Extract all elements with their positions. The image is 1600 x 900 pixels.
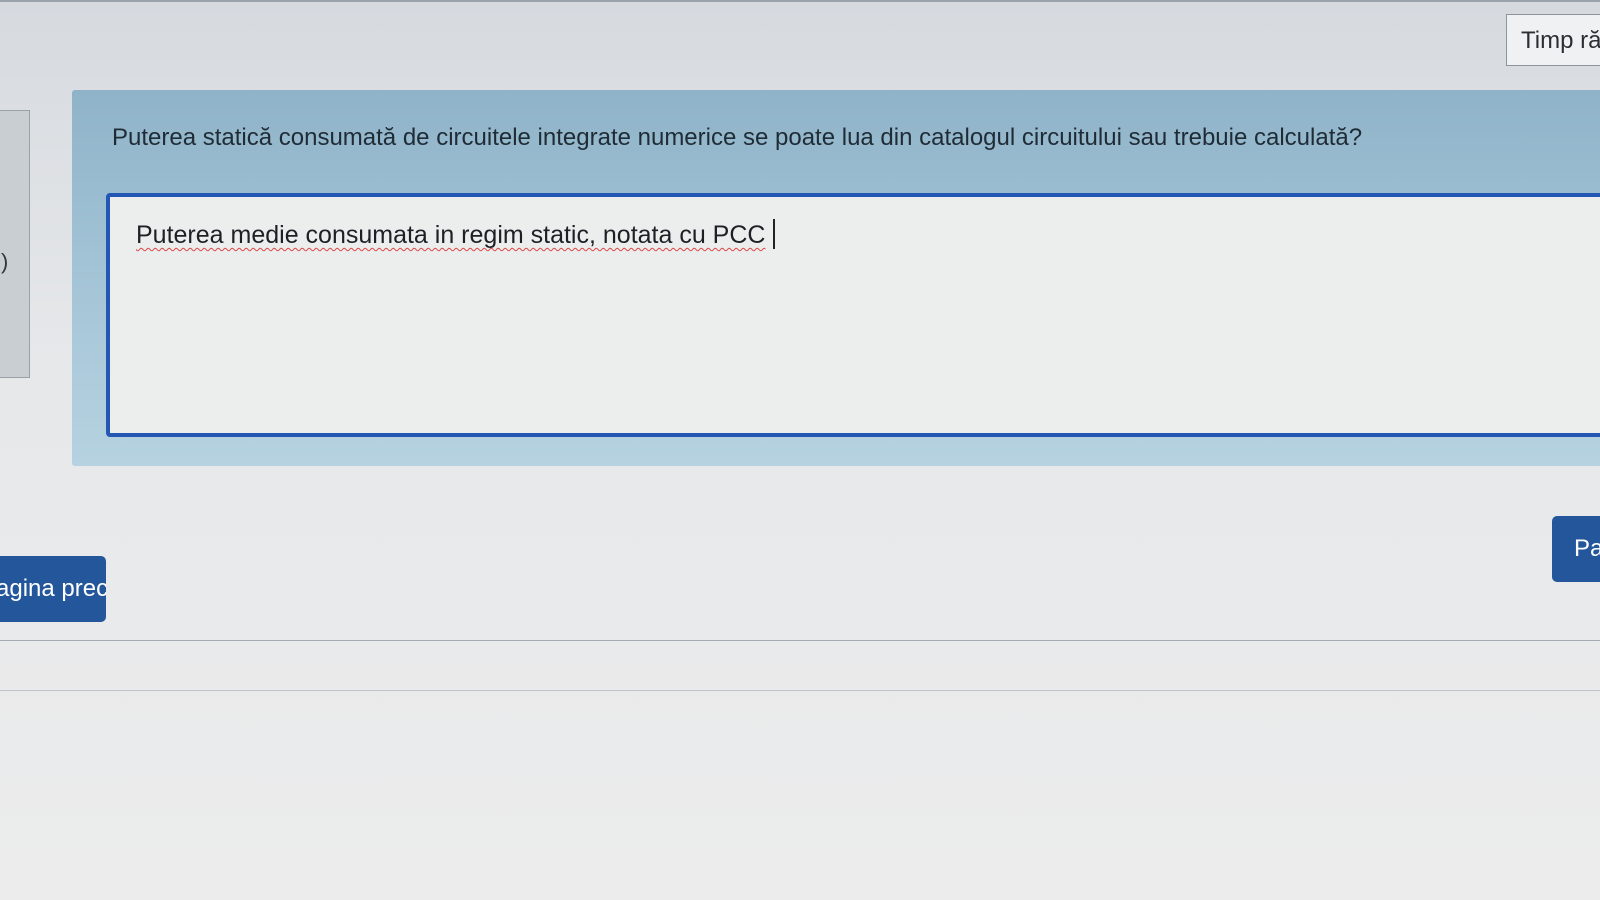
time-remaining-box: Timp ră: [1506, 14, 1600, 66]
navigation-panel-mark: ): [1, 249, 9, 274]
footer-divider: [0, 640, 1600, 641]
footer-divider-secondary: [0, 690, 1600, 691]
question-text: Puterea statică consumată de circuitele …: [112, 124, 1363, 151]
next-page-button[interactable]: Pa: [1552, 516, 1600, 582]
previous-page-button[interactable]: Pagina precedentă: [0, 556, 106, 622]
answer-text: Puterea medie consumata in regim static,…: [136, 221, 766, 249]
top-divider: [0, 0, 1600, 2]
answer-textarea[interactable]: Puterea medie consumata in regim static,…: [106, 193, 1600, 437]
text-cursor: [773, 219, 776, 249]
quiz-page: Timp ră ) Puterea statică consumată de c…: [0, 0, 1600, 900]
time-remaining-label: Timp ră: [1521, 27, 1600, 54]
quiz-navigation-panel[interactable]: ): [0, 110, 30, 378]
